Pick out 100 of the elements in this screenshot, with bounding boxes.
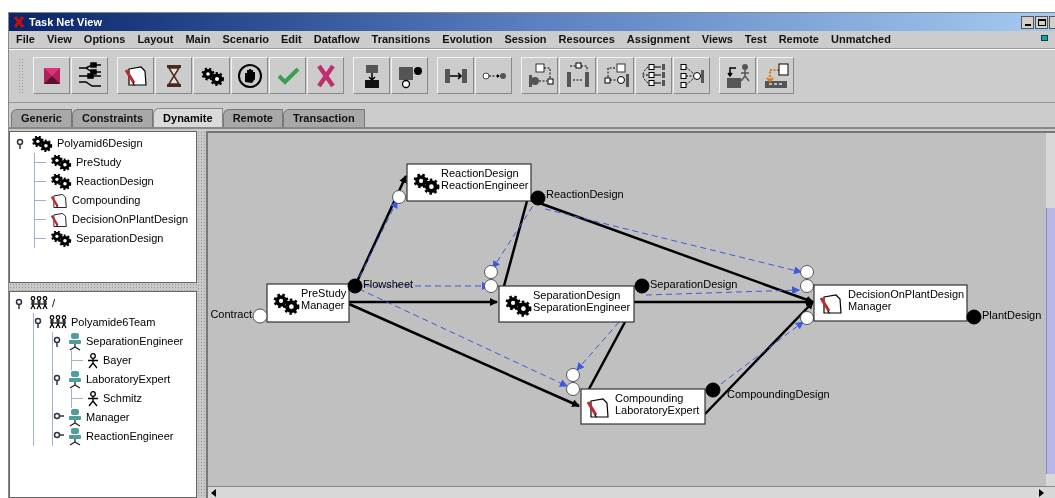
tree-item[interactable]: Schmitz [103,390,143,407]
menu-item[interactable]: Test [744,31,767,48]
toolbar-button[interactable] [437,57,474,94]
maximize-button[interactable] [1035,15,1048,29]
chair-icon [68,370,82,389]
tree-item[interactable]: Bayer [103,352,132,369]
toolbar-button[interactable] [597,57,634,94]
input-port[interactable] [800,311,814,325]
toolbar-button[interactable] [521,57,558,94]
toolbar-button[interactable] [155,57,192,94]
data-flow-arrow [576,321,620,371]
tree-item[interactable]: ReactionDesign [76,173,154,190]
input-port[interactable] [484,279,498,293]
flow-icon [677,61,706,90]
tree-item[interactable]: PreStudy [76,154,122,171]
tab[interactable]: Transaction [282,109,365,127]
toolbar-button[interactable] [757,57,794,94]
menu-item[interactable]: Remote [778,31,819,48]
toolbar-button[interactable] [231,57,268,94]
tree-item[interactable]: Compounding [72,192,141,209]
toolbar-button[interactable] [475,57,512,94]
toolbar-button[interactable] [71,57,108,94]
menu-item[interactable]: Options [83,31,126,48]
gears-icon [505,295,532,317]
port-label: SeparationDesign [650,278,738,290]
menu-item[interactable]: Views [701,31,733,48]
node-label: Compounding [615,392,684,404]
input-port[interactable] [392,190,406,204]
menu-item[interactable]: Session [504,31,547,48]
pen-paper-icon [50,192,68,209]
tree-item[interactable]: SeparationDesign [76,230,164,247]
toolbar-button[interactable] [193,57,230,94]
port-label: CompoundingDesign [727,388,830,400]
node-label: DecisionOnPlantDesign [848,288,965,300]
toolbar-button[interactable] [719,57,756,94]
toolbar-button[interactable] [559,57,596,94]
port-label: PlantDesign [982,309,1042,321]
toolbar-button[interactable] [117,57,154,94]
tree-item[interactable]: Manager [86,409,130,426]
pen-paper-icon [819,294,842,314]
input-port[interactable] [566,382,580,396]
output-port[interactable] [530,190,546,206]
menu-item[interactable]: Unmatched [831,31,891,48]
gears-icon [50,230,72,247]
output-port[interactable] [347,278,363,294]
toolbar-button[interactable] [391,57,428,94]
horizontal-scrollbar[interactable] [208,486,1055,498]
menu-item[interactable]: Resources [558,31,615,48]
node-label: SeparationDesign [533,289,621,301]
tree-item[interactable]: DecisionOnPlantDesign [72,211,189,228]
menu-item[interactable]: View [46,31,72,48]
tree-item[interactable]: LaboratoryExpert [86,371,171,388]
input-port[interactable] [484,265,498,279]
tree-item[interactable]: / [52,295,56,312]
output-port[interactable] [634,278,650,294]
toolbar-button[interactable] [635,57,672,94]
tree-item[interactable]: Polyamide6Team [71,314,156,331]
menu-item[interactable]: Evolution [442,31,493,48]
tab[interactable]: Constraints [71,109,154,127]
toolbar-button[interactable] [33,57,70,94]
minimize-button[interactable] [1021,15,1034,29]
port-label: ReactionDesign [546,188,624,200]
team-icon [49,314,67,331]
scroll-thumb[interactable] [1046,208,1055,474]
task-node[interactable] [406,163,532,202]
node-label: LaboratoryExpert [615,404,700,416]
menu-item[interactable]: Transitions [371,31,431,48]
menu-item[interactable]: Layout [137,31,174,48]
pen-paper-icon [50,211,68,228]
menu-item[interactable]: Dataflow [313,31,360,48]
task-node[interactable] [813,284,968,322]
tab[interactable]: Remote [222,109,283,127]
tree-item[interactable]: SeparationEngineer [86,333,184,350]
task-node[interactable] [580,388,706,425]
tab[interactable]: Dynamite [153,108,223,127]
toolbar-button[interactable] [353,57,390,94]
menu-item[interactable]: Scenario [222,31,269,48]
input-port[interactable] [566,368,580,382]
tree-item[interactable]: ReactionEngineer [86,428,174,445]
menu-item[interactable]: Assignment [626,31,690,48]
input-port[interactable] [800,279,814,293]
close-button[interactable] [1049,15,1055,29]
person-icon [87,352,99,369]
app-logo-icon [13,16,25,28]
menu-item[interactable]: Main [185,31,211,48]
task-node[interactable] [266,283,350,323]
node-label: Manager [848,300,892,312]
output-port[interactable] [966,309,982,325]
tree-item[interactable]: Polyamid6Design [57,135,143,152]
menu-item[interactable]: File [16,31,35,48]
tab[interactable]: Generic [11,109,72,127]
vertical-scrollbar[interactable] [1046,133,1055,486]
task-node[interactable] [498,285,635,323]
input-port[interactable] [800,265,814,279]
team-icon [30,295,48,312]
gears-icon [413,173,440,195]
toolbar-button[interactable] [673,57,710,94]
pen-paper-icon [586,398,609,418]
menu-item[interactable]: Edit [281,31,302,48]
output-port[interactable] [705,382,721,398]
